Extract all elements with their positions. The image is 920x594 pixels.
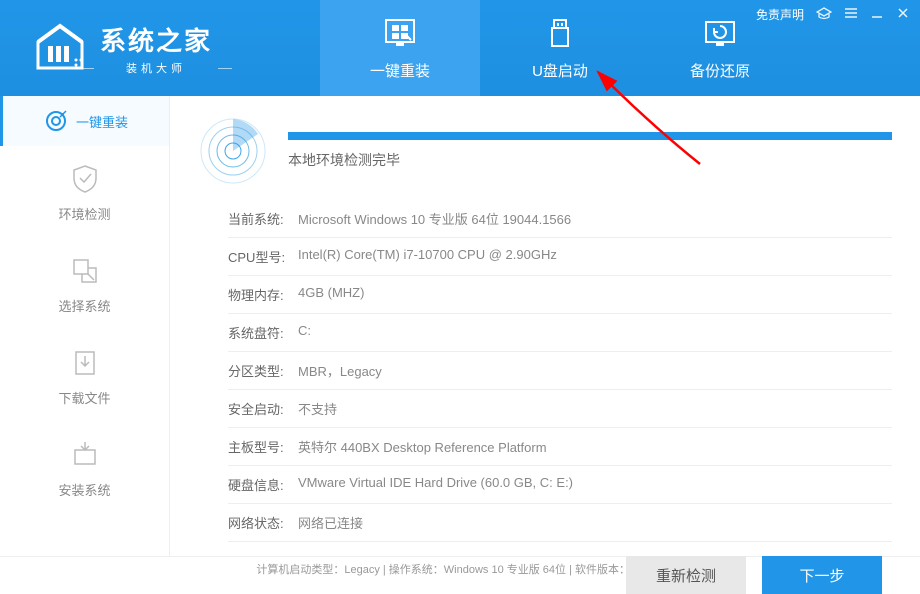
info-row: CPU型号:Intel(R) Core(TM) i7-10700 CPU @ 2… [228, 238, 892, 276]
tab-label: U盘启动 [532, 60, 588, 81]
tab-label: 一键重装 [370, 60, 430, 81]
install-icon [68, 438, 102, 472]
info-row: 安全启动:不支持 [228, 390, 892, 428]
usb-icon [542, 16, 578, 52]
sidebar-item-install[interactable]: 安装系统 [0, 422, 169, 514]
download-icon [68, 346, 102, 380]
info-row: 当前系统:Microsoft Windows 10 专业版 64位 19044.… [228, 200, 892, 238]
minimize-icon[interactable] [870, 6, 884, 23]
target-icon [44, 109, 68, 133]
tab-label: 备份还原 [690, 60, 750, 81]
sidebar-item-download[interactable]: 下载文件 [0, 330, 169, 422]
scan-status: 本地环境检测完毕 [288, 150, 892, 170]
info-row: 系统盘符:C: [228, 314, 892, 352]
sidebar-item-label: 环境检测 [58, 204, 110, 223]
sidebar-item-label: 选择系统 [58, 296, 110, 315]
progress-bar [288, 132, 892, 140]
brand-title: 系统之家 [100, 21, 212, 58]
sidebar-item-label: 安装系统 [58, 480, 110, 499]
main-panel: 本地环境检测完毕 当前系统:Microsoft Windows 10 专业版 6… [170, 96, 920, 556]
tab-usb-boot[interactable]: U盘启动 [480, 0, 640, 96]
body: 一键重装 环境检测 选择系统 下载文件 安装系统 [0, 96, 920, 556]
sidebar-item-select-system[interactable]: 选择系统 [0, 238, 169, 330]
next-button[interactable]: 下一步 [762, 556, 882, 594]
tab-reinstall[interactable]: 一键重装 [320, 0, 480, 96]
radar-icon [198, 116, 268, 186]
window-controls: 免责声明 [756, 6, 910, 23]
sidebar-item-reinstall[interactable]: 一键重装 [0, 96, 169, 146]
info-row: 主板型号:英特尔 440BX Desktop Reference Platfor… [228, 428, 892, 466]
restore-icon [702, 16, 738, 52]
info-row: 硬盘信息:VMware Virtual IDE Hard Drive (60.0… [228, 466, 892, 504]
sidebar: 一键重装 环境检测 选择系统 下载文件 安装系统 [0, 96, 170, 556]
select-icon [68, 254, 102, 288]
brand-subtitle: 装机大师 [100, 60, 212, 76]
graduation-icon[interactable] [816, 6, 832, 23]
action-buttons: 重新检测 下一步 [198, 556, 892, 594]
house-logo-icon [30, 18, 90, 78]
info-row: 分区类型:MBR，Legacy [228, 352, 892, 390]
close-icon[interactable] [896, 6, 910, 23]
info-row: 网络状态:网络已连接 [228, 504, 892, 542]
logo-area: 系统之家 装机大师 [0, 0, 300, 96]
scan-header: 本地环境检测完毕 [198, 116, 892, 186]
windows-icon [382, 16, 418, 52]
header: 系统之家 装机大师 一键重装 U盘启动 [0, 0, 920, 96]
disclaimer-link[interactable]: 免责声明 [756, 6, 804, 23]
sidebar-item-env-check[interactable]: 环境检测 [0, 146, 169, 238]
system-info-list: 当前系统:Microsoft Windows 10 专业版 64位 19044.… [198, 200, 892, 542]
rescan-button[interactable]: 重新检测 [626, 556, 746, 594]
sidebar-item-label: 下载文件 [58, 388, 110, 407]
info-row: 物理内存:4GB (MHZ) [228, 276, 892, 314]
sidebar-item-label: 一键重装 [76, 112, 128, 131]
shield-check-icon [68, 162, 102, 196]
top-tabs: 一键重装 U盘启动 备份还原 [320, 0, 800, 96]
menu-icon[interactable] [844, 6, 858, 23]
